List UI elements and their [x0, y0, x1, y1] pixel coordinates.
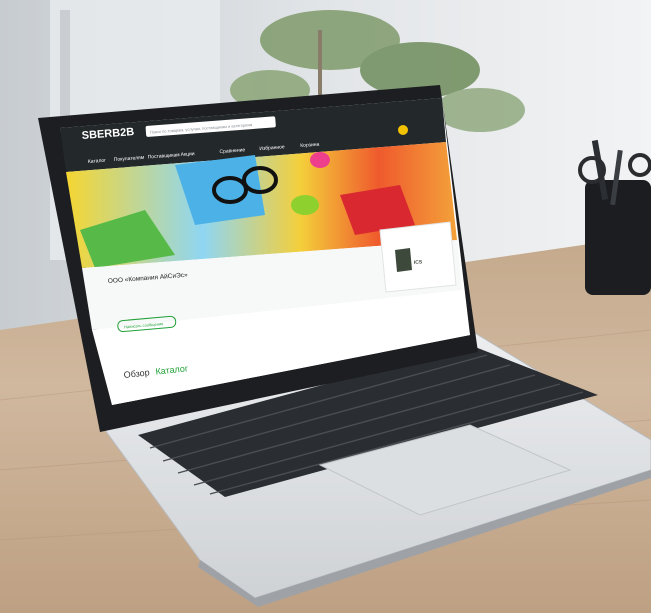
ics-logo-mark — [395, 248, 412, 272]
nav-item-promo[interactable]: Акции — [180, 151, 195, 158]
company-logo-text: ICS — [414, 259, 423, 266]
laptop-photo-scene: SBERB2B Поиск по товарам, услугам, поста… — [0, 0, 651, 613]
user-avatar[interactable] — [398, 125, 408, 135]
company-logo-box — [379, 221, 457, 293]
